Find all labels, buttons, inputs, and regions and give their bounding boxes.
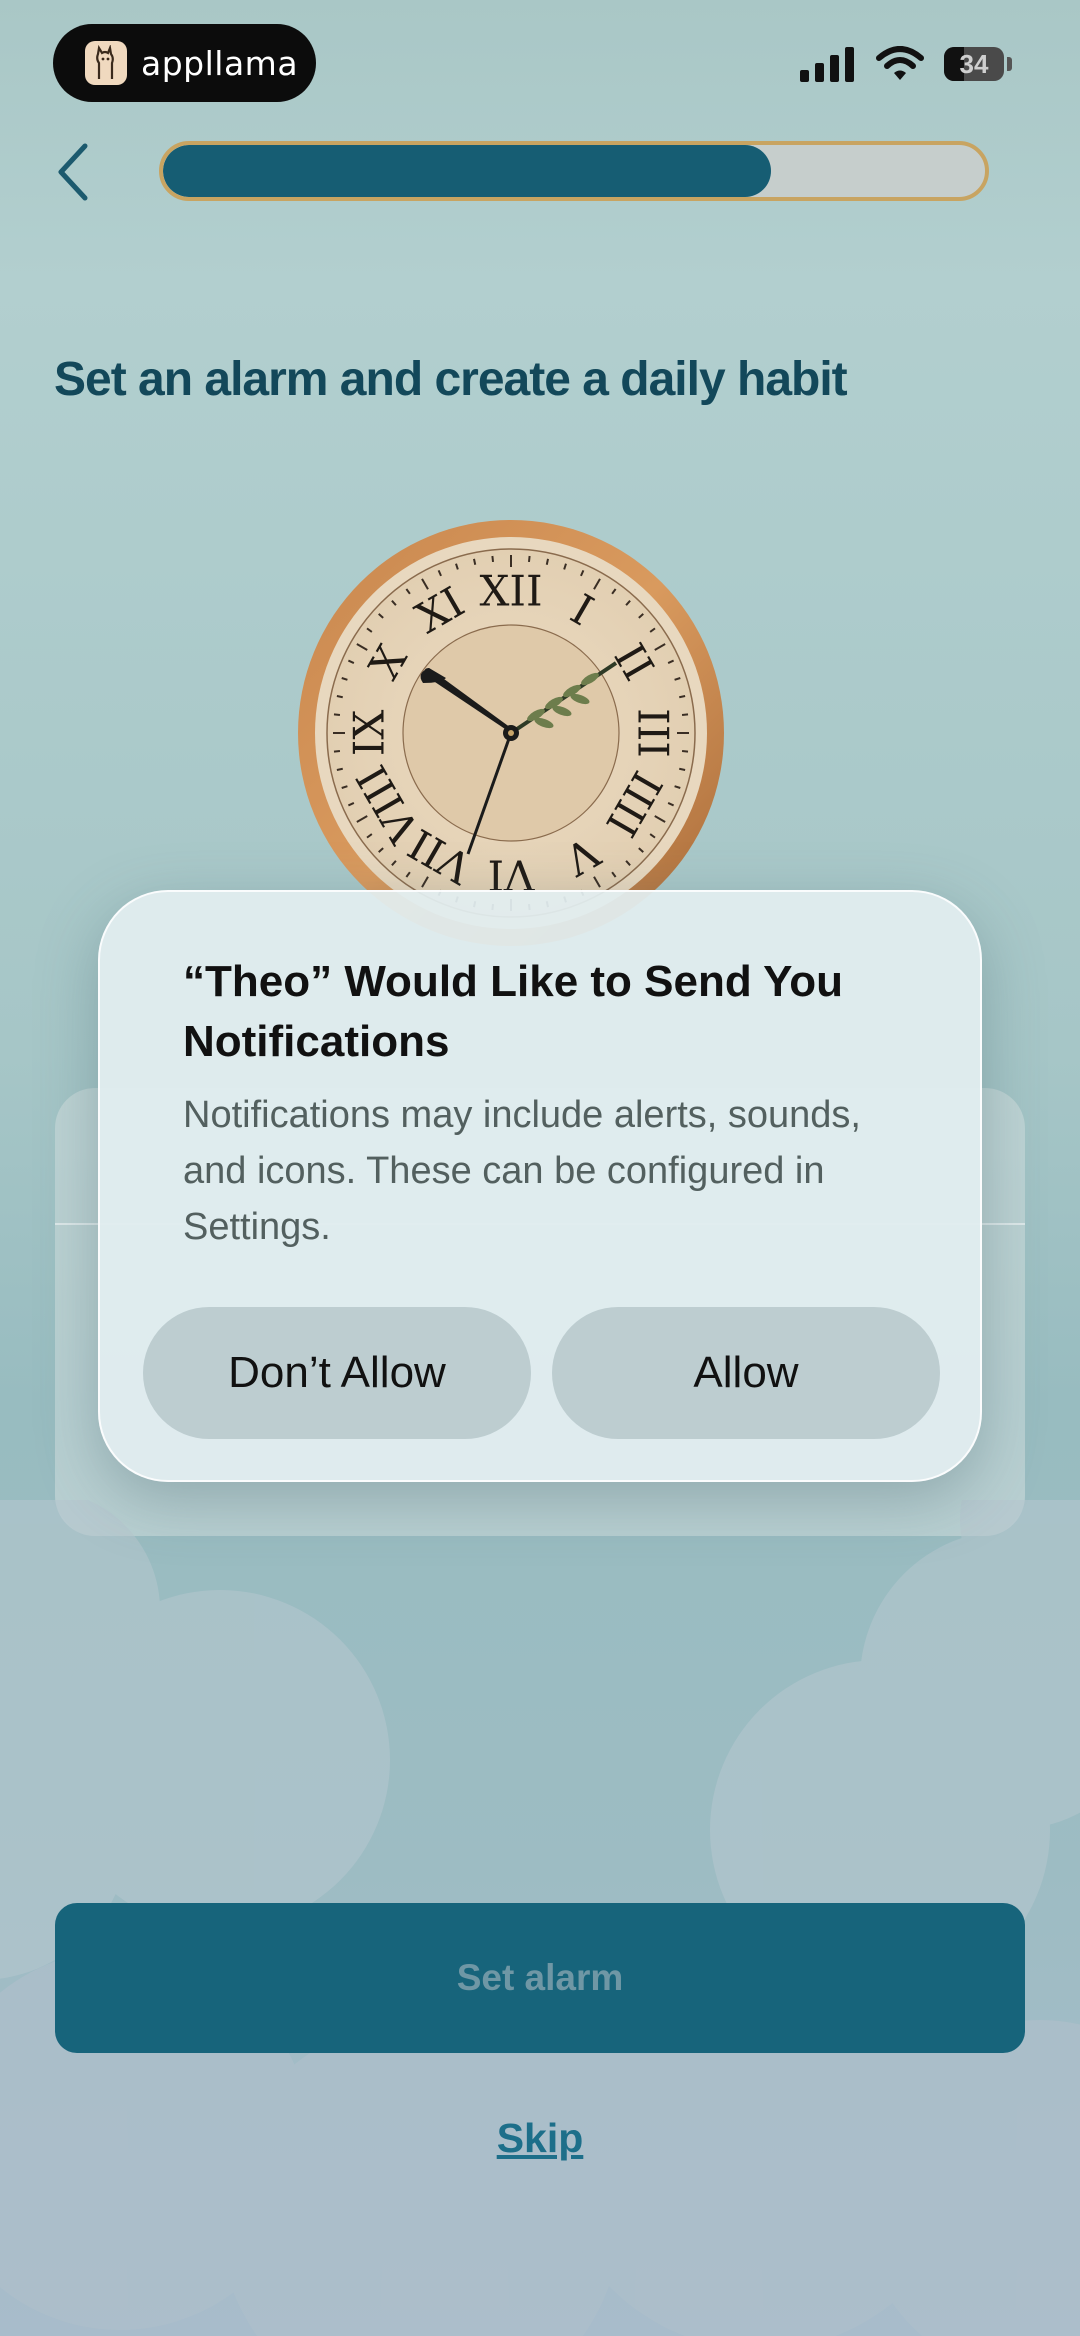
svg-text:III: III: [629, 708, 678, 758]
clock-illustration: XII IIIIIIIIIIVVIVIIVIIIIXXXI: [298, 520, 724, 946]
skip-link[interactable]: Skip: [0, 2115, 1080, 2162]
status-icons: 34: [800, 46, 1012, 82]
progress-fill: [163, 145, 772, 197]
notification-permission-dialog: “Theo” Would Like to Send You Notificati…: [98, 890, 982, 1482]
svg-text:XII: XII: [479, 567, 542, 616]
allow-button[interactable]: Allow: [552, 1307, 940, 1439]
wifi-icon: [876, 46, 924, 80]
dialog-message: Notifications may include alerts, sounds…: [183, 1094, 861, 1248]
dont-allow-button[interactable]: Don’t Allow: [143, 1307, 531, 1439]
dialog-title: “Theo” Would Like to Send You Notificati…: [183, 957, 843, 1066]
llama-logo-icon: [85, 41, 127, 85]
chevron-left-icon: [58, 143, 88, 201]
brand-badge: appllama: [53, 24, 316, 102]
battery-indicator: 34: [944, 47, 1012, 81]
set-alarm-label: Set alarm: [456, 1957, 624, 1998]
back-button[interactable]: [48, 140, 98, 204]
set-alarm-button[interactable]: Set alarm: [55, 1903, 1025, 2053]
brand-name: appllama: [141, 43, 299, 83]
svg-text:IX: IX: [345, 710, 394, 757]
signal-icon: [800, 47, 854, 82]
page-title: Set an alarm and create a daily habit: [54, 353, 848, 406]
onboarding-progress-bar: [159, 141, 989, 201]
battery-level: 34: [959, 48, 989, 79]
